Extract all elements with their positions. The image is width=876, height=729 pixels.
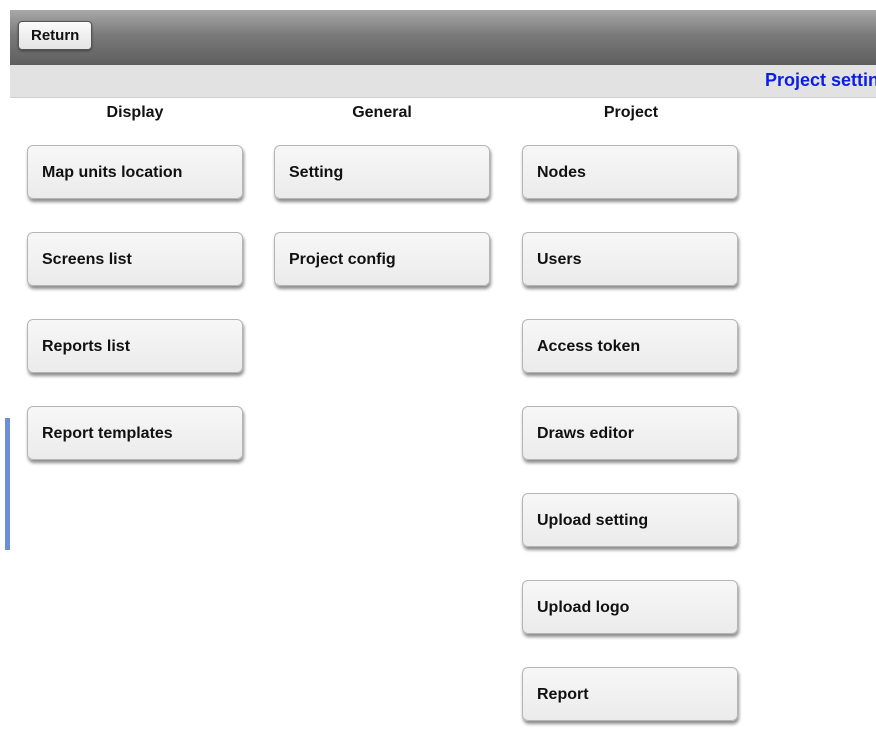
report-templates-button[interactable]: Report templates: [27, 406, 243, 460]
upload-logo-button[interactable]: Upload logo: [522, 580, 738, 634]
project-settings-page: Return Project setting Display General P…: [0, 0, 876, 729]
screens-list-button[interactable]: Screens list: [27, 232, 243, 286]
top-toolbar: Return: [10, 10, 876, 65]
access-token-button[interactable]: Access token: [522, 319, 738, 373]
upload-setting-button[interactable]: Upload setting: [522, 493, 738, 547]
nodes-button[interactable]: Nodes: [522, 145, 738, 199]
map-units-location-button[interactable]: Map units location: [27, 145, 243, 199]
setting-button[interactable]: Setting: [274, 145, 490, 199]
left-edge-accent: [5, 418, 10, 550]
report-button[interactable]: Report: [522, 667, 738, 721]
return-button[interactable]: Return: [18, 21, 93, 50]
project-config-button[interactable]: Project config: [274, 232, 490, 286]
general-column-header: General: [352, 104, 412, 121]
title-bar: Project setting: [10, 65, 876, 98]
display-column-header: Display: [106, 104, 164, 121]
users-button[interactable]: Users: [522, 232, 738, 286]
draws-editor-button[interactable]: Draws editor: [522, 406, 738, 460]
project-column-header: Project: [603, 104, 659, 121]
reports-list-button[interactable]: Reports list: [27, 319, 243, 373]
page-title: Project setting: [764, 70, 876, 90]
